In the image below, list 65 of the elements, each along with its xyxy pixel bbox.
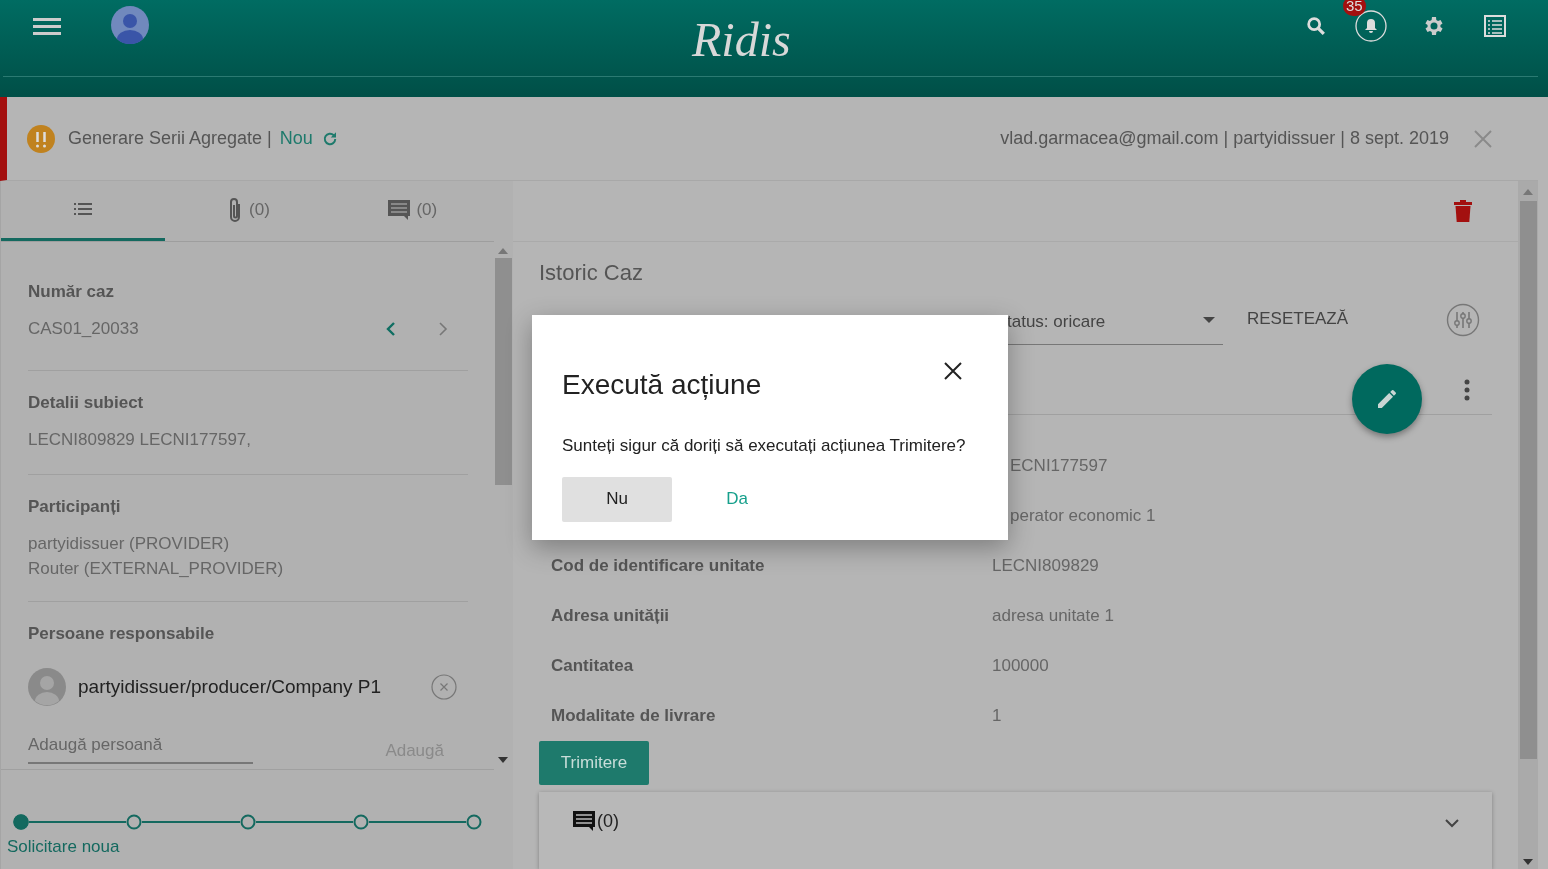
field-label: Cantitatea — [551, 656, 634, 675]
scroll-down-icon — [1523, 859, 1533, 865]
filter-settings-icon[interactable] — [1446, 303, 1480, 337]
step-icon[interactable] — [239, 814, 256, 830]
confirm-button[interactable]: Da — [672, 476, 802, 522]
field-value: LECNI809829 — [992, 555, 1099, 577]
scroll-down-icon — [498, 757, 508, 763]
comment-count: (0) — [597, 810, 619, 833]
notification-bell-icon[interactable] — [1355, 10, 1387, 42]
edit-button[interactable] — [1352, 364, 1422, 434]
scrollbar-thumb[interactable] — [1519, 201, 1537, 759]
dialog-message: Sunteți sigur că doriți să executați acțiunea Trimitere? — [562, 435, 967, 457]
close-icon[interactable] — [944, 362, 962, 380]
section-label: Participanți — [28, 497, 122, 517]
remove-icon[interactable] — [431, 674, 457, 700]
field-value: adresa unitate 1 — [992, 605, 1114, 627]
reset-button[interactable]: RESETEAZĂ — [1247, 309, 1349, 329]
case-meta: vlad.garmacea@gmail.com | partyidissuer | 8 sept. 2019 — [1000, 127, 1449, 150]
case-number: CAS01_20033 — [28, 318, 139, 340]
section-label: Detalii subiect — [28, 392, 145, 413]
chevron-icon — [437, 320, 449, 337]
chevron-icon — [385, 320, 397, 337]
tab[interactable]: (0) — [165, 181, 330, 241]
chevron-icon[interactable] — [1444, 818, 1460, 828]
submit-button[interactable]: Trimitere — [539, 741, 649, 785]
field-label: Modalitate de livrare — [551, 706, 716, 725]
avatar-icon — [28, 668, 66, 706]
field-value: perator economic 1 — [1010, 505, 1156, 527]
comments-panel[interactable]: (0) — [539, 792, 1492, 869]
participant: Router (EXTERNAL_PROVIDER) — [28, 558, 285, 580]
caret-icon — [1203, 317, 1215, 323]
field-label: Cod de identificare unitate — [551, 556, 765, 575]
search-icon[interactable] — [1305, 15, 1327, 37]
step-icon[interactable] — [126, 814, 143, 830]
scroll-up-icon — [498, 248, 508, 254]
tab[interactable]: (0) — [329, 181, 494, 241]
app-logo: Ridis — [692, 12, 791, 68]
case-status: Nou — [279, 127, 313, 150]
pencil-icon — [1375, 387, 1399, 411]
add-person-field[interactable]: Adaugă persoană — [28, 732, 253, 764]
step-icon[interactable] — [13, 814, 29, 830]
trash-icon[interactable] — [1454, 200, 1472, 222]
step-label: Solicitare noua — [7, 836, 120, 858]
case-title: Generare Serii Agregate | — [68, 127, 272, 150]
dialog-title: Execută acțiune — [562, 368, 762, 402]
field-value: 1 — [992, 705, 1002, 727]
subject-details: LECNI809829 LECNI177597, — [28, 428, 253, 451]
field-label: Adresa unității — [551, 606, 670, 625]
section-title: Istoric Caz — [539, 259, 644, 287]
step-icon[interactable] — [352, 814, 369, 830]
person-name: partyidissuer/producer/Company P1 — [78, 674, 382, 699]
step-icon[interactable] — [466, 814, 482, 830]
field-value: 100000 — [992, 655, 1049, 677]
section-label: Persoane responsabile — [28, 624, 216, 644]
scrollbar-thumb[interactable] — [494, 258, 512, 485]
notification-badge: 35 — [1343, 0, 1366, 16]
avatar-icon[interactable] — [111, 6, 149, 44]
scroll-up-icon — [1523, 189, 1533, 195]
section-label: Număr caz — [28, 282, 115, 302]
cancel-button[interactable]: Nu — [562, 476, 672, 522]
more-options-icon[interactable] — [1464, 378, 1470, 401]
participant: partyidissuer (PROVIDER) — [28, 533, 231, 555]
warning-icon — [27, 124, 55, 153]
field-value: ECNI177597 — [1010, 455, 1108, 477]
list-document-icon[interactable] — [1483, 14, 1507, 38]
